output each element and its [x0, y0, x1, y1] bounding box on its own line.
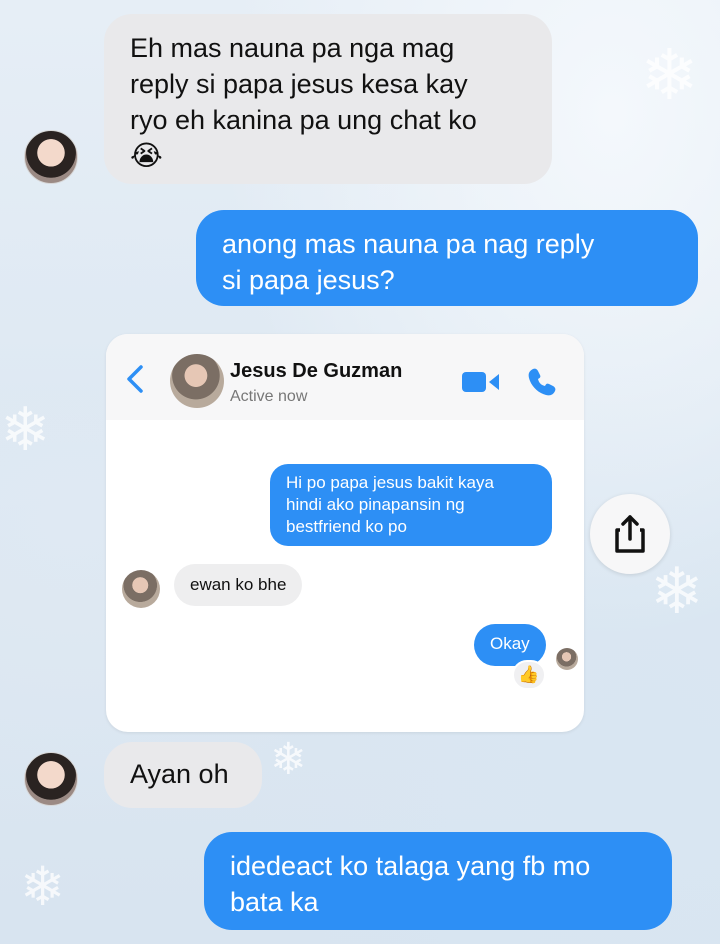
message-text-line: Hi po papa jesus bakit kaya [286, 473, 494, 492]
sender-avatar[interactable] [24, 752, 78, 806]
message-text-line: Eh mas nauna pa nga mag [130, 33, 455, 63]
share-button[interactable] [590, 494, 670, 574]
message-text-line: anong mas nauna pa nag reply [222, 229, 595, 259]
message-text-line: ryo eh kanina pa ung chat ko [130, 105, 477, 135]
incoming-message-bubble[interactable]: Ayan oh [104, 742, 262, 808]
embedded-incoming-message[interactable]: ewan ko bhe [174, 564, 303, 606]
sender-avatar[interactable] [24, 130, 78, 184]
message-text: ewan ko bhe [190, 575, 287, 594]
snowflake-decoration: ❄ [640, 34, 699, 116]
message-text-line: bata ka [230, 887, 319, 917]
message-text-line: reply si papa jesus kesa kay [130, 69, 468, 99]
snowflake-decoration: ❄ [270, 734, 307, 785]
incoming-message-bubble[interactable]: Eh mas nauna pa nga mag reply si papa je… [104, 14, 552, 184]
outgoing-message-bubble[interactable]: idedeact ko talaga yang fb mo bata ka [204, 832, 672, 930]
snowflake-decoration: ❄ [20, 855, 66, 918]
video-camera-icon[interactable] [462, 370, 500, 394]
contact-avatar-small[interactable] [122, 570, 160, 608]
snowflake-decoration: ❄ [650, 555, 704, 629]
contact-name: Jesus De Guzman [230, 360, 403, 382]
message-text-line: bestfriend ko po [286, 517, 407, 536]
thumbs-up-icon[interactable]: 👍 [512, 660, 546, 690]
contact-avatar[interactable] [170, 354, 224, 408]
snowflake-decoration: ❄ [0, 395, 51, 465]
message-text-line: si papa jesus? [222, 265, 395, 295]
read-receipt-avatar [556, 648, 578, 670]
outgoing-message-bubble[interactable]: anong mas nauna pa nag reply si papa jes… [196, 210, 698, 306]
phone-icon[interactable] [526, 366, 558, 398]
chevron-left-icon[interactable] [124, 364, 146, 394]
chat-header: Jesus De Guzman Active now [106, 334, 584, 420]
message-text-line: idedeact ko talaga yang fb mo [230, 851, 591, 881]
shared-screenshot-card[interactable]: Jesus De Guzman Active now Hi po papa je… [106, 334, 584, 732]
embedded-outgoing-message[interactable]: Hi po papa jesus bakit kaya hindi ako pi… [270, 464, 552, 546]
message-text-line: hindi ako pinapansin ng [286, 495, 465, 514]
message-text: Okay [490, 634, 530, 653]
message-text: Ayan oh [130, 759, 229, 789]
contact-status: Active now [230, 388, 308, 405]
share-icon [615, 515, 645, 553]
crying-emoji: 😭 [130, 139, 163, 172]
